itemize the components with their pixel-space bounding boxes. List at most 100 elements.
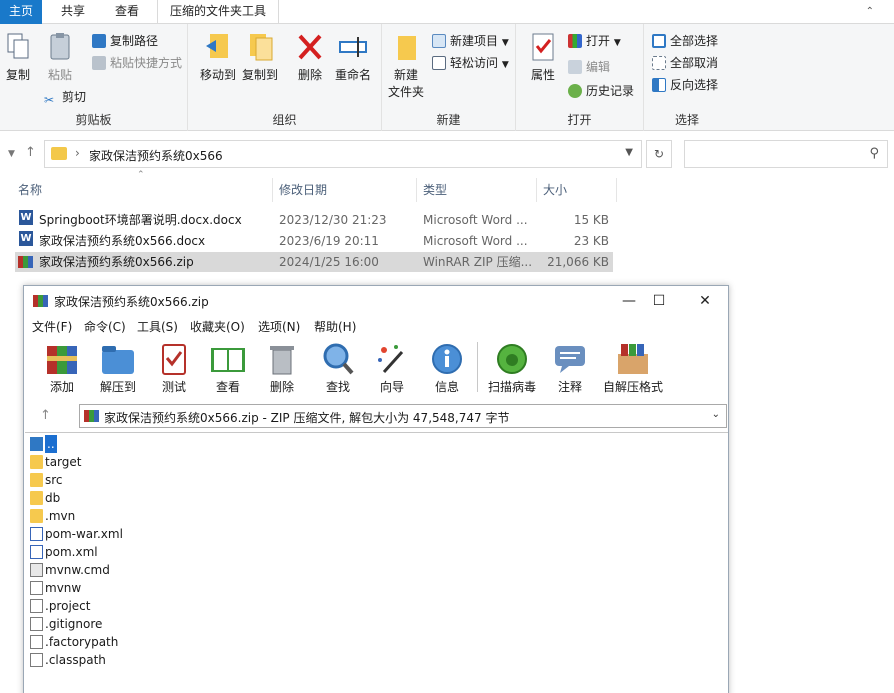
- menu-file[interactable]: 文件(F): [32, 318, 72, 335]
- tab-compressed-folder-tools[interactable]: 压缩的文件夹工具: [157, 0, 279, 24]
- winrar-path-text: 家政保洁预约系统0x566.zip - ZIP 压缩文件, 解包大小为 47,5…: [104, 411, 510, 425]
- ribbon-group-organize: 移动到 复制到 删除 重命名 组织: [188, 24, 382, 131]
- copy-to-button[interactable]: 复制到: [240, 32, 280, 83]
- column-divider[interactable]: [272, 178, 273, 202]
- move-to-button[interactable]: 移动到: [198, 32, 238, 83]
- menu-favorites[interactable]: 收藏夹(O): [190, 318, 245, 335]
- file-name: Springboot环境部署说明.docx.docx: [39, 213, 242, 227]
- comment-icon: [552, 342, 588, 376]
- file-type: Microsoft Word ...: [423, 213, 528, 227]
- scissors-icon: ✂: [44, 93, 55, 107]
- toolbar-virus-scan-button[interactable]: 扫描病毒: [482, 342, 542, 395]
- up-arrow-icon[interactable]: ↑: [25, 145, 36, 160]
- toolbar-add-button[interactable]: 添加: [34, 342, 90, 395]
- recent-locations-chevron-icon[interactable]: ▼: [8, 149, 15, 159]
- toolbar-separator: [477, 342, 478, 392]
- file-row-selected[interactable]: 家政保洁预约系统0x566.zip 2024/1/25 16:00 WinRAR…: [15, 252, 613, 272]
- toolbar-delete-button[interactable]: 删除: [254, 342, 310, 395]
- ribbon-group-clipboard: 复制 粘贴 复制路径 粘贴快捷方式 ✂ 剪切 剪贴板: [0, 24, 188, 131]
- winrar-title: 家政保洁预约系统0x566.zip: [54, 295, 209, 309]
- file-icon: [30, 653, 43, 667]
- delete-button[interactable]: 删除: [294, 32, 326, 83]
- paste-button[interactable]: 粘贴: [42, 32, 78, 83]
- file-size: 23 KB: [573, 234, 609, 248]
- refresh-icon: ↻: [653, 147, 665, 161]
- up-arrow-icon[interactable]: ↑: [40, 408, 51, 423]
- winrar-archive-icon: [84, 410, 99, 422]
- menu-commands[interactable]: 命令(C): [84, 318, 126, 335]
- history-button[interactable]: 历史记录: [568, 82, 634, 100]
- winrar-file-list[interactable]: .. target src db .mvn pom-war.xml pom.xm…: [25, 432, 728, 693]
- rename-button[interactable]: 重命名: [332, 32, 374, 83]
- minimize-icon[interactable]: —: [614, 290, 644, 312]
- paste-shortcut-button[interactable]: 粘贴快捷方式: [92, 54, 182, 72]
- cut-button[interactable]: ✂ 剪切: [44, 88, 86, 107]
- tab-home[interactable]: 主页: [0, 0, 42, 24]
- ribbon-tab-bar: 主页 共享 查看 压缩的文件夹工具 ⌃: [0, 0, 894, 24]
- cmd-file-icon: [30, 563, 43, 577]
- winrar-window: 家政保洁预约系统0x566.zip — ☐ ✕ 文件(F) 命令(C) 工具(S…: [23, 285, 729, 693]
- breadcrumb-separator-icon[interactable]: ›: [75, 146, 80, 160]
- address-path[interactable]: 家政保洁预约系统0x566: [89, 147, 223, 164]
- column-header-name[interactable]: 名称: [18, 178, 42, 202]
- column-header-type[interactable]: 类型: [423, 178, 447, 202]
- dropdown-arrow-icon: ▼: [613, 38, 621, 48]
- toolbar-find-button[interactable]: 查找: [310, 342, 366, 395]
- select-all-button[interactable]: 全部选择: [652, 32, 718, 50]
- toolbar-extract-to-button[interactable]: 解压到: [90, 342, 146, 395]
- column-divider[interactable]: [416, 178, 417, 202]
- xml-file-icon: [30, 527, 43, 541]
- column-divider[interactable]: [536, 178, 537, 202]
- file-row[interactable]: W Springboot环境部署说明.docx.docx 2023/12/30 …: [15, 210, 613, 230]
- column-divider[interactable]: [616, 178, 617, 202]
- winrar-path-combo[interactable]: 家政保洁预约系统0x566.zip - ZIP 压缩文件, 解包大小为 47,5…: [79, 404, 727, 428]
- sort-ascending-icon: ⌃: [137, 170, 145, 180]
- file-row[interactable]: W 家政保洁预约系统0x566.docx 2023/6/19 20:11 Mic…: [15, 231, 613, 251]
- column-header-modified[interactable]: 修改日期: [279, 178, 327, 202]
- easy-access-button[interactable]: 轻松访问 ▼: [432, 54, 509, 72]
- search-input[interactable]: ⚲: [684, 140, 888, 168]
- menu-tools[interactable]: 工具(S): [137, 318, 178, 335]
- dropdown-arrow-icon: ▼: [501, 60, 509, 70]
- select-none-button[interactable]: 全部取消: [652, 54, 718, 72]
- refresh-button[interactable]: ↻: [646, 140, 672, 168]
- maximize-icon[interactable]: ☐: [644, 290, 674, 312]
- toolbar-sfx-button[interactable]: 自解压格式: [598, 342, 668, 395]
- address-dropdown-icon[interactable]: ▼: [625, 147, 633, 158]
- invert-selection-button[interactable]: 反向选择: [652, 76, 718, 94]
- properties-button[interactable]: 属性: [526, 32, 560, 83]
- toolbar-info-button[interactable]: 信息: [419, 342, 475, 395]
- file-icon: [30, 581, 43, 595]
- toolbar-comment-button[interactable]: 注释: [542, 342, 598, 395]
- word-doc-icon: W: [19, 231, 33, 246]
- column-header-size[interactable]: 大小: [543, 178, 567, 202]
- open-button[interactable]: 打开 ▼: [568, 32, 621, 50]
- copy-path-icon: [92, 34, 106, 48]
- menu-help[interactable]: 帮助(H): [314, 318, 356, 335]
- organize-group-label: 组织: [272, 113, 297, 127]
- new-item-button[interactable]: 新建项目 ▼: [432, 32, 509, 50]
- chevron-down-icon[interactable]: ⌄: [712, 409, 720, 420]
- tab-view[interactable]: 查看: [104, 0, 150, 24]
- address-bar[interactable]: › 家政保洁预约系统0x566 ▼: [44, 140, 642, 168]
- toolbar-wizard-button[interactable]: 向导: [364, 342, 420, 395]
- new-item-icon: [432, 34, 446, 48]
- tab-share[interactable]: 共享: [50, 0, 96, 24]
- file-icon: [30, 617, 43, 631]
- winrar-path-row: ↑ 家政保洁预约系统0x566.zip - ZIP 压缩文件, 解包大小为 47…: [24, 402, 728, 430]
- toolbar-view-button[interactable]: 查看: [200, 342, 256, 395]
- paste-label: 粘贴: [47, 68, 72, 82]
- ribbon-group-select: 全部选择 全部取消 反向选择 选择: [644, 24, 730, 131]
- edit-button[interactable]: 编辑: [568, 58, 610, 76]
- copy-button[interactable]: 复制: [2, 32, 34, 83]
- menu-options[interactable]: 选项(N): [258, 318, 300, 335]
- copy-path-button[interactable]: 复制路径: [92, 32, 158, 50]
- toolbar-test-button[interactable]: 测试: [146, 342, 202, 395]
- test-clipboard-icon: [156, 342, 192, 376]
- select-none-icon: [652, 56, 666, 70]
- ribbon-collapse-chevron-icon[interactable]: ⌃: [866, 6, 874, 17]
- easy-access-icon: [432, 56, 446, 70]
- winrar-title-bar[interactable]: 家政保洁预约系统0x566.zip — ☐ ✕: [24, 286, 728, 316]
- close-icon[interactable]: ✕: [690, 290, 720, 312]
- new-folder-button[interactable]: 新建 文件夹: [386, 32, 426, 100]
